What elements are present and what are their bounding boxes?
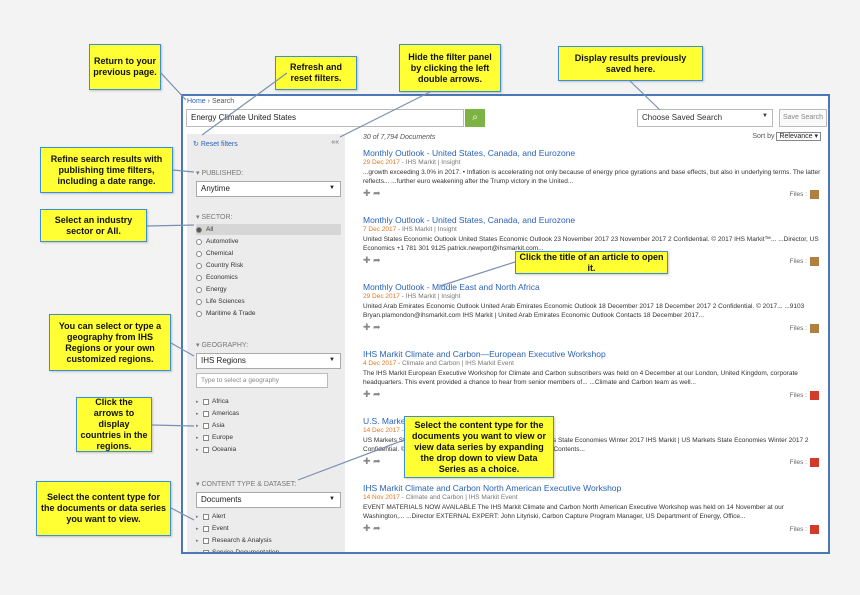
callout-arrows-overlay	[146, 71, 661, 521]
arrow-refine	[172, 169, 195, 173]
arrow-arrows	[151, 424, 195, 427]
arrow-content-mid	[297, 439, 405, 481]
arrow-hide	[339, 91, 431, 138]
arrow-return	[159, 71, 187, 101]
arrow-title	[439, 261, 516, 287]
arrow-saved	[629, 80, 661, 111]
arrow-geography	[170, 342, 195, 357]
arrow-content-left	[170, 507, 195, 521]
arrow-industry	[146, 224, 195, 227]
arrow-refresh	[201, 72, 288, 136]
